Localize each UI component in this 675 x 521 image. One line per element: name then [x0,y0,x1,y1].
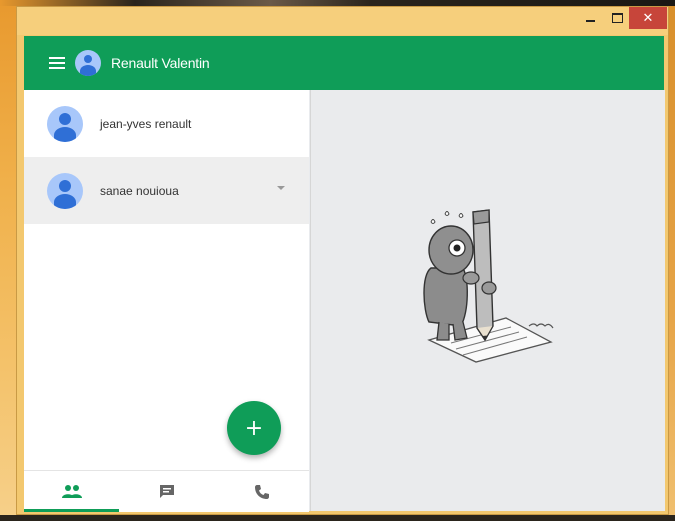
people-icon [61,484,82,498]
app-client: Renault Valentin jean-yves renault sanae… [24,36,665,512]
close-icon: ✕ [642,10,654,26]
contact-name: jean-yves renault [100,116,192,131]
active-tab-indicator [24,509,119,512]
desktop-background-left [0,0,16,521]
hamburger-menu-icon[interactable] [49,57,65,69]
contact-item[interactable]: jean-yves renault [24,90,309,157]
conversation-pane [310,90,665,511]
minimize-icon [585,20,595,22]
contact-avatar [47,105,83,142]
close-button[interactable]: ✕ [629,7,667,29]
app-window: ✕ Renault Valentin jean-yves renault san… [16,6,669,515]
chat-icon [159,484,174,498]
contact-item[interactable]: sanae nouioua [24,157,309,224]
user-name: Renault Valentin [111,55,210,71]
tab-messages[interactable] [119,471,214,512]
contact-name: sanae nouioua [100,183,179,198]
minimize-button[interactable] [576,7,604,29]
bottom-navigation [24,470,309,512]
maximize-icon [611,13,623,23]
add-contact-button[interactable]: + [227,401,281,455]
tab-calls[interactable] [214,471,309,512]
app-bar: Renault Valentin [24,36,664,90]
contact-list-pane: jean-yves renault sanae nouioua + [24,90,309,512]
maximize-button[interactable] [603,7,631,29]
plus-icon: + [244,415,264,441]
window-titlebar[interactable]: ✕ [17,7,668,35]
contact-avatar [47,172,83,209]
chevron-down-icon[interactable] [277,186,285,190]
tab-contacts[interactable] [24,471,119,512]
phone-icon [254,484,269,499]
user-avatar[interactable] [75,50,101,76]
desktop-background-bottom [0,515,675,521]
person-with-pencil-illustration-icon [423,209,554,363]
